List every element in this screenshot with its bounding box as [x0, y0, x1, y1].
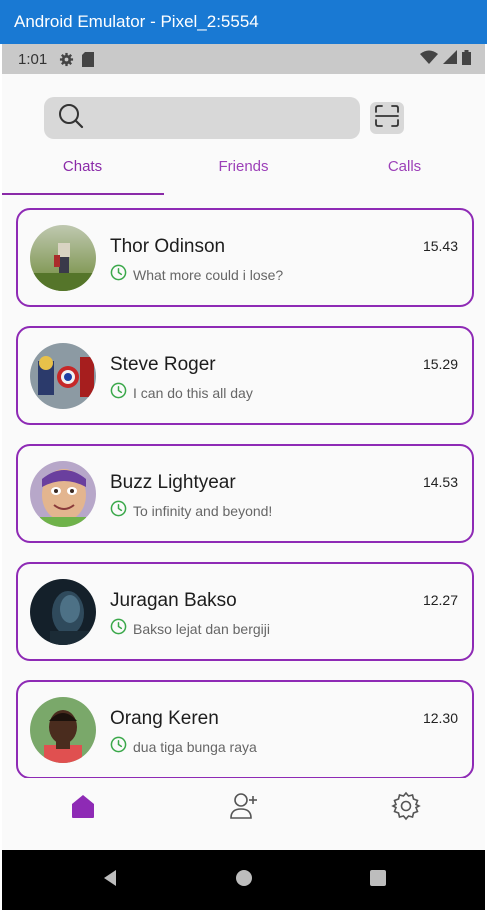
tab-chats[interactable]: Chats	[2, 146, 163, 196]
nav-home[interactable]	[63, 788, 103, 828]
phone-screen: 1:01 Chats Friends Calls Thor Odinson Wh…	[2, 44, 485, 910]
scan-button[interactable]	[370, 102, 404, 134]
emulator-titlebar: Android Emulator - Pixel_2:5554	[0, 0, 487, 44]
chat-item[interactable]: Thor Odinson What more could i lose? 15.…	[16, 208, 474, 307]
nav-settings[interactable]	[386, 788, 426, 828]
contact-name: Steve Roger	[110, 354, 216, 375]
message-time: 12.30	[422, 710, 458, 726]
message-row: Bakso lejat dan bergiji	[110, 618, 270, 639]
contact-name: Buzz Lightyear	[110, 472, 236, 493]
nav-add-friend[interactable]	[224, 788, 264, 828]
avatar	[30, 697, 96, 763]
last-message: I can do this all day	[133, 384, 253, 401]
chat-item[interactable]: Juragan Bakso Bakso lejat dan bergiji 12…	[16, 562, 474, 661]
contact-name: Orang Keren	[110, 708, 219, 729]
sd-card-icon	[82, 51, 95, 67]
message-time: 15.43	[422, 238, 458, 254]
clock-icon	[110, 382, 127, 403]
avatar	[30, 343, 96, 409]
system-navigation-bar	[2, 850, 485, 910]
avatar	[30, 225, 96, 291]
message-time: 12.27	[422, 592, 458, 608]
bottom-navigation	[2, 778, 485, 850]
gear-icon	[59, 52, 74, 67]
add-friend-icon	[229, 791, 259, 825]
clock-icon	[110, 500, 127, 521]
tab-indicator	[2, 193, 164, 195]
status-bar: 1:01	[2, 44, 485, 74]
chat-item[interactable]: Steve Roger I can do this all day 15.29	[16, 326, 474, 425]
chat-list[interactable]: Thor Odinson What more could i lose? 15.…	[16, 208, 474, 778]
home-button[interactable]	[232, 868, 256, 892]
search-bar[interactable]	[44, 97, 360, 139]
message-time: 15.29	[422, 356, 458, 372]
tab-bar: Chats Friends Calls	[2, 146, 485, 196]
recents-icon	[368, 868, 388, 892]
back-icon	[100, 868, 120, 892]
contact-name: Juragan Bakso	[110, 590, 237, 611]
last-message: dua tiga bunga raya	[133, 738, 257, 755]
recents-button[interactable]	[366, 868, 390, 892]
search-row	[44, 97, 404, 139]
search-input[interactable]	[94, 109, 334, 127]
settings-icon	[391, 791, 421, 825]
last-message: To infinity and beyond!	[133, 502, 273, 519]
message-row: To infinity and beyond!	[110, 500, 272, 521]
status-right-icons	[420, 44, 471, 74]
chat-item[interactable]: Orang Keren dua tiga bunga raya 12.30	[16, 680, 474, 778]
signal-icon	[443, 50, 457, 68]
chat-item[interactable]: Buzz Lightyear To infinity and beyond! 1…	[16, 444, 474, 543]
window-title: Android Emulator - Pixel_2:5554	[14, 12, 259, 31]
message-row: What more could i lose?	[110, 264, 283, 285]
tab-friends[interactable]: Friends	[163, 146, 324, 196]
contact-name: Thor Odinson	[110, 236, 226, 257]
tab-calls[interactable]: Calls	[324, 146, 485, 196]
battery-icon	[462, 49, 471, 69]
avatar	[30, 461, 96, 527]
home-circle-icon	[234, 868, 254, 892]
message-row: I can do this all day	[110, 382, 253, 403]
message-row: dua tiga bunga raya	[110, 736, 257, 757]
message-time: 14.53	[422, 474, 458, 490]
status-time: 1:01	[18, 50, 48, 68]
search-icon	[58, 103, 84, 133]
last-message: What more could i lose?	[133, 266, 284, 283]
back-button[interactable]	[98, 868, 122, 892]
avatar	[30, 579, 96, 645]
home-icon	[69, 792, 97, 824]
scan-icon	[374, 104, 400, 132]
clock-icon	[110, 264, 127, 285]
wifi-icon	[420, 50, 438, 68]
last-message: Bakso lejat dan bergiji	[133, 620, 270, 637]
clock-icon	[110, 618, 127, 639]
clock-icon	[110, 736, 127, 757]
